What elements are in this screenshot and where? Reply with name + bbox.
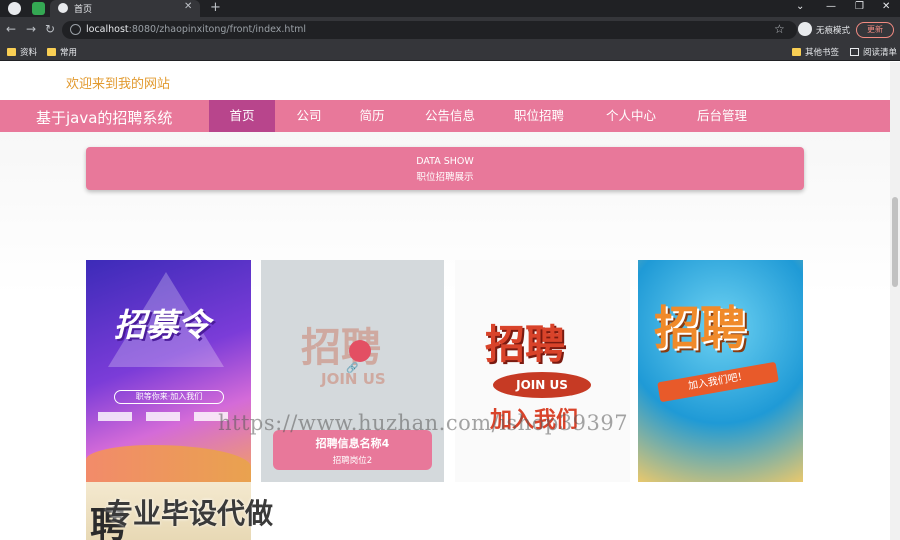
url-input[interactable]: localhost:8080/zhaopinxitong/front/index… xyxy=(62,21,797,39)
tab-active[interactable]: 首页 ✕ xyxy=(50,0,200,17)
bookmarks-bar: 资料 常用 其他书签 阅读清单 xyxy=(0,43,900,61)
poster-title: 招聘 xyxy=(654,301,746,355)
job-card-4[interactable]: 招聘 加入我们吧！ xyxy=(638,260,803,482)
nav-admin[interactable]: 后台管理 xyxy=(690,100,754,132)
job-position: 招聘岗位2 xyxy=(332,456,373,466)
nav-jobs[interactable]: 职位招聘 xyxy=(507,100,571,132)
poster-wave xyxy=(86,445,251,482)
poster-title: 招聘 xyxy=(485,322,565,368)
nav-profile[interactable]: 个人中心 xyxy=(599,100,663,132)
other-bookmarks[interactable]: 其他书签 xyxy=(792,46,839,58)
globe-icon xyxy=(58,3,68,13)
watermark-text: 专业毕设代做 xyxy=(105,497,274,530)
back-icon[interactable]: ← xyxy=(6,22,16,36)
banner-title-en: DATA SHOW xyxy=(416,156,474,167)
poster-title: 招募令 xyxy=(114,306,211,344)
watermark-url: https://www.huzhan.com/ishop39397 xyxy=(218,411,629,435)
nav-home[interactable]: 首页 xyxy=(209,100,275,132)
bookmark-folder-1[interactable]: 资料 xyxy=(7,46,37,58)
site-info-icon[interactable] xyxy=(70,24,81,35)
folder-icon xyxy=(47,48,56,56)
tab-search-icon[interactable]: ⌄ xyxy=(796,1,804,12)
address-bar: ← → ↻ localhost:8080/zhaopinxitong/front… xyxy=(0,17,900,43)
incognito-icon xyxy=(798,22,812,36)
card-hover-overlay[interactable]: 招聘信息名称4 招聘岗位2 xyxy=(273,430,432,470)
maximize-icon[interactable]: ❐ xyxy=(855,1,864,12)
folder-icon xyxy=(792,48,801,56)
reload-icon[interactable]: ↻ xyxy=(45,22,55,36)
job-card-1[interactable]: 招募令 职等你来·加入我们 xyxy=(86,260,251,482)
profile-icon[interactable] xyxy=(8,2,21,15)
folder-icon xyxy=(7,48,16,56)
site-brand[interactable]: 基于java的招聘系统 xyxy=(36,107,172,128)
scrollbar-thumb[interactable] xyxy=(892,197,898,287)
incognito-label: 无痕模式 xyxy=(816,26,851,36)
bookmark-folder-2[interactable]: 常用 xyxy=(47,46,77,58)
close-window-icon[interactable]: ✕ xyxy=(882,1,890,12)
poster-subtitle: 职等你来·加入我们 xyxy=(114,390,224,404)
new-tab-icon[interactable]: + xyxy=(210,0,221,15)
nav-resume[interactable]: 简历 xyxy=(348,100,396,132)
cursor-highlight xyxy=(349,340,371,362)
forward-icon[interactable]: → xyxy=(26,22,36,36)
job-card-3[interactable]: 招聘 JOIN US 加入我们 xyxy=(455,260,630,482)
poster-ribbon: 加入我们吧！ xyxy=(657,361,779,403)
tab-close-icon[interactable]: ✕ xyxy=(184,1,192,12)
browser-tab-bar: 首页 ✕ + ⌄ — ❐ ✕ xyxy=(0,0,900,17)
section-banner: DATA SHOW 职位招聘展示 xyxy=(86,147,804,190)
bookmark-star-icon[interactable]: ☆ xyxy=(774,22,785,36)
url-text: localhost:8080/zhaopinxitong/front/index… xyxy=(86,24,307,35)
reading-list-icon xyxy=(850,48,859,56)
page-scrollbar[interactable] xyxy=(890,62,900,540)
welcome-text: 欢迎来到我的网站 xyxy=(66,77,171,92)
tab-title: 首页 xyxy=(74,5,93,15)
banner-title-cn: 职位招聘展示 xyxy=(416,172,474,183)
tab-favicon-icon[interactable] xyxy=(32,2,45,15)
nav-notice[interactable]: 公告信息 xyxy=(418,100,482,132)
poster-subtitle: JOIN US xyxy=(493,372,591,398)
nav-company[interactable]: 公司 xyxy=(285,100,333,132)
page-content: 欢迎来到我的网站 基于java的招聘系统 首页 公司 简历 公告信息 职位招聘 … xyxy=(0,62,890,540)
job-card-2[interactable]: 招聘 JOIN US 🔗 招聘信息名称4 招聘岗位2 xyxy=(261,260,444,482)
update-button[interactable]: 更新 xyxy=(856,22,894,38)
job-name: 招聘信息名称4 xyxy=(315,437,390,450)
poster-tags xyxy=(98,412,238,426)
minimize-icon[interactable]: — xyxy=(826,1,836,12)
main-navbar: 基于java的招聘系统 首页 公司 简历 公告信息 职位招聘 个人中心 后台管理 xyxy=(0,100,890,132)
link-icon[interactable]: 🔗 xyxy=(346,363,358,374)
reading-list[interactable]: 阅读清单 xyxy=(850,46,897,58)
